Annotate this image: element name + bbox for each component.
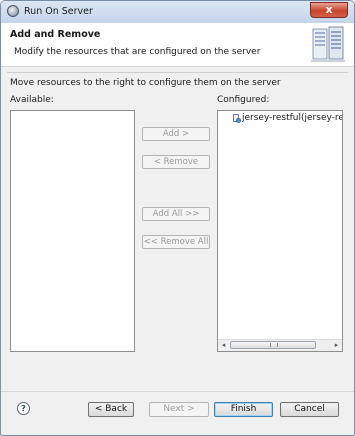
server-wizard-banner-icon — [311, 26, 345, 62]
page-description: Modify the resources that are configured… — [14, 47, 261, 57]
title-bar[interactable]: Run On Server x — [1, 1, 354, 24]
close-icon: x — [325, 3, 333, 16]
add-all-button[interactable]: Add All >> — [142, 207, 210, 221]
web-module-icon — [233, 114, 241, 123]
instructions-text: Move resources to the right to configure… — [10, 78, 281, 88]
remove-button[interactable]: < Remove — [142, 155, 210, 169]
configured-item-label: jersey-restful(jersey-res — [242, 113, 343, 123]
list-item[interactable]: jersey-restful(jersey-res — [233, 113, 343, 123]
scroll-right-icon[interactable]: ▸ — [331, 340, 342, 351]
next-button[interactable]: Next > — [149, 402, 209, 417]
horizontal-scrollbar[interactable]: ◂ ▸ — [218, 339, 342, 351]
finish-button[interactable]: Finish — [214, 402, 273, 417]
scrollbar-thumb[interactable] — [230, 341, 316, 349]
window-title: Run On Server — [24, 6, 93, 17]
scroll-left-icon[interactable]: ◂ — [218, 340, 229, 351]
add-button[interactable]: Add > — [142, 127, 210, 141]
configured-list[interactable]: jersey-restful(jersey-res ◂ ▸ — [217, 110, 343, 352]
available-label: Available: — [10, 95, 54, 105]
remove-all-button[interactable]: << Remove All — [142, 235, 210, 249]
back-button[interactable]: < Back — [88, 402, 134, 417]
footer-separator — [1, 391, 354, 392]
cancel-button[interactable]: Cancel — [280, 402, 339, 417]
close-button[interactable]: x — [310, 2, 348, 18]
page-title: Add and Remove — [10, 29, 101, 40]
eclipse-icon — [7, 5, 19, 17]
wizard-header: Add and Remove Modify the resources that… — [1, 23, 354, 67]
configured-label: Configured: — [217, 95, 270, 105]
run-on-server-dialog: Run On Server x Add and Remove Modify th… — [0, 0, 355, 436]
help-icon[interactable]: ? — [17, 402, 30, 415]
available-list[interactable] — [10, 110, 135, 352]
header-separator — [7, 72, 348, 73]
scrollbar-grip-icon — [270, 343, 278, 347]
